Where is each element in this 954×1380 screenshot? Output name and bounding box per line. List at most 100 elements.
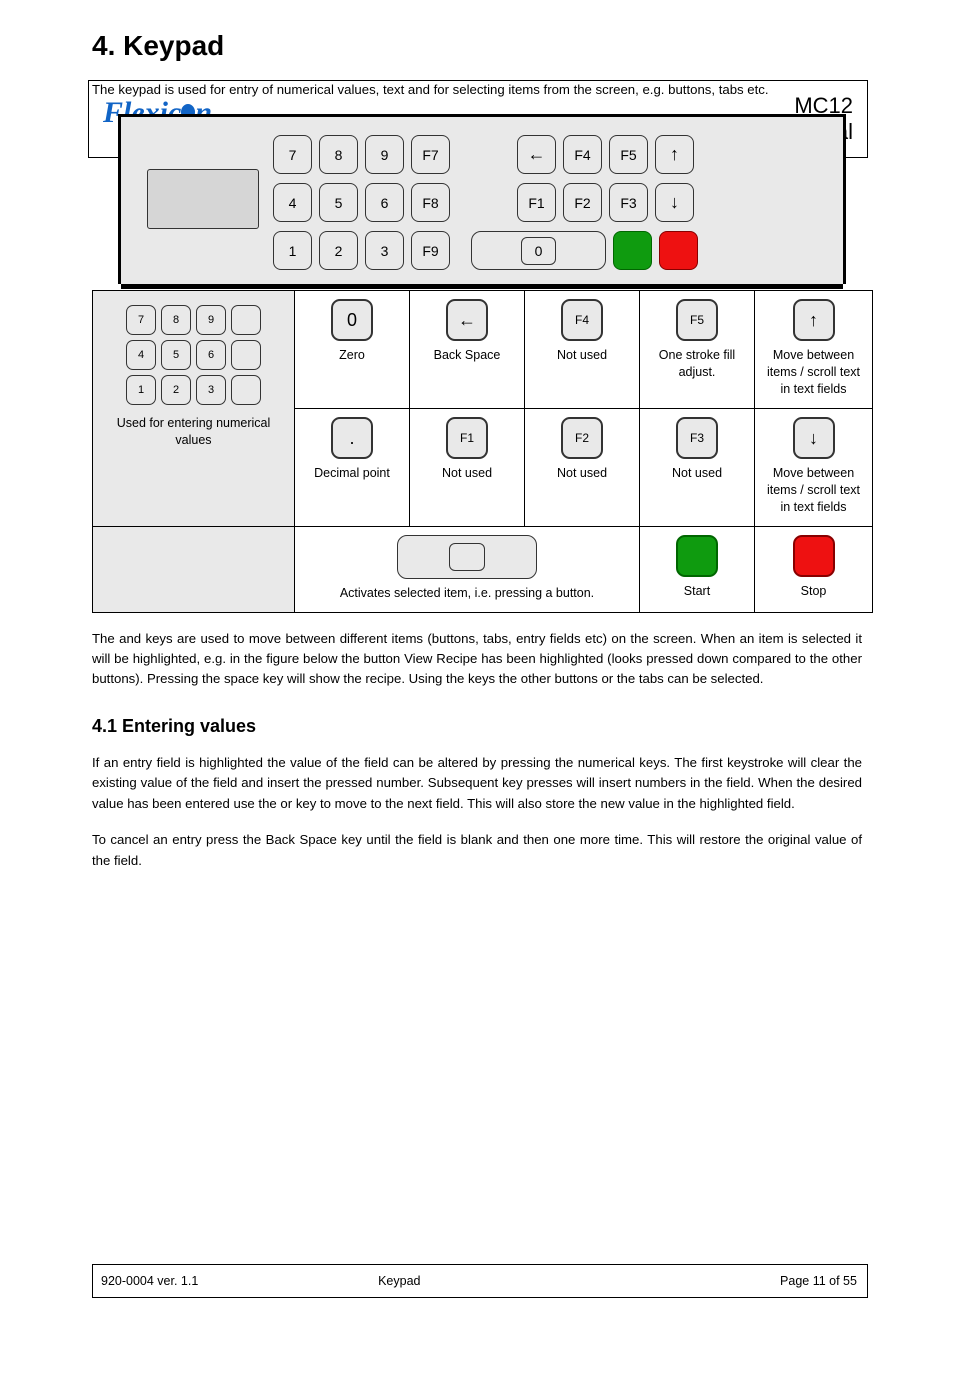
keypad-top: 7 8 9 F7 4 5 6 F8 1 2 3 F9 ← F4 F5 ↑ F1 … (118, 114, 846, 284)
key-f3-top[interactable]: F3 (609, 183, 648, 222)
mini-f8 (231, 340, 261, 370)
key-f1-top[interactable]: F1 (517, 183, 556, 222)
section-title: 4. Keypad (0, 30, 954, 62)
keypad-table: 789 456 123 Used for entering numerical … (92, 290, 873, 612)
key-6[interactable]: 6 (365, 183, 404, 222)
spacebar-inner-icon (449, 543, 485, 571)
f1-btn-icon: F1 (446, 417, 488, 459)
key-5[interactable]: 5 (319, 183, 358, 222)
green-btn-icon (676, 535, 718, 577)
key-f4-top[interactable]: F4 (563, 135, 602, 174)
arrow-down-icon: ↓ (670, 192, 679, 213)
key-f2-top[interactable]: F2 (563, 183, 602, 222)
key-4[interactable]: 4 (273, 183, 312, 222)
space-label: Activates selected item, i.e. pressing a… (301, 585, 633, 602)
dot-label: Decimal point (301, 465, 403, 482)
f4-label: Not used (531, 347, 633, 364)
mini-1: 1 (126, 375, 156, 405)
f5-label: One stroke fill adjust. (646, 347, 748, 381)
key-backspace[interactable]: ← (517, 135, 556, 174)
footer-left: 920-0004 ver. 1.1 (93, 1274, 198, 1288)
red-label: Stop (761, 583, 866, 600)
para-enter-1: If an entry field is highlighted the val… (0, 753, 954, 814)
key-7[interactable]: 7 (273, 135, 312, 174)
up-btn-icon: ↑ (793, 299, 835, 341)
mini-numpad: 789 456 123 (99, 305, 288, 405)
arrow-down-icon: ↓ (809, 426, 818, 450)
key-down[interactable]: ↓ (655, 183, 694, 222)
key-8[interactable]: 8 (319, 135, 358, 174)
red-btn-icon (793, 535, 835, 577)
mini-f9 (231, 375, 261, 405)
mini-9: 9 (196, 305, 226, 335)
mini-2: 2 (161, 375, 191, 405)
key-f7[interactable]: F7 (411, 135, 450, 174)
keypad-panel: 7 8 9 F7 4 5 6 F8 1 2 3 F9 ← F4 F5 ↑ F1 … (118, 114, 846, 284)
cell-green: Start (640, 526, 755, 612)
arrow-left-icon: ← (528, 144, 546, 165)
key-3[interactable]: 3 (365, 231, 404, 270)
mini-5: 5 (161, 340, 191, 370)
para-move: The and keys are used to move between di… (0, 629, 954, 690)
down-label: Move between items / scroll text in text… (761, 465, 866, 516)
spacebar-icon (397, 535, 537, 579)
key-f8[interactable]: F8 (411, 183, 450, 222)
cell-backspace: ← Back Space (410, 291, 525, 409)
arrow-left-icon: ← (458, 308, 476, 332)
cell-blank (93, 526, 295, 612)
zero-label: Zero (301, 347, 403, 364)
green-label: Start (646, 583, 748, 600)
divider (121, 284, 843, 289)
key-9[interactable]: 9 (365, 135, 404, 174)
para-enter-2: To cancel an entry press the Back Space … (0, 830, 954, 871)
footer: 920-0004 ver. 1.1 Keypad Page 11 of 55 (92, 1264, 868, 1298)
f3-label: Not used (646, 465, 748, 482)
dot-btn-icon: . (331, 417, 373, 459)
cell-up: ↑ Move between items / scroll text in te… (755, 291, 873, 409)
display-screen (147, 169, 259, 229)
f5-btn-icon: F5 (676, 299, 718, 341)
mini-f7 (231, 305, 261, 335)
cell-numpad: 789 456 123 Used for entering numerical … (93, 291, 295, 526)
key-space[interactable]: 0 (471, 231, 606, 270)
f2-btn-icon: F2 (561, 417, 603, 459)
f2-label: Not used (531, 465, 633, 482)
f4-btn-icon: F4 (561, 299, 603, 341)
zero-btn-icon: 0 (331, 299, 373, 341)
mini-4: 4 (126, 340, 156, 370)
arrow-up-icon: ↑ (670, 144, 679, 165)
cell-red: Stop (755, 526, 873, 612)
mini-8: 8 (161, 305, 191, 335)
cell-f3: F3 Not used (640, 409, 755, 527)
numpad-label: Used for entering numerical values (99, 415, 288, 449)
footer-center: Keypad (378, 1274, 420, 1288)
cell-down: ↓ Move between items / scroll text in te… (755, 409, 873, 527)
backspace-label: Back Space (416, 347, 518, 364)
key-start[interactable] (613, 231, 652, 270)
key-1[interactable]: 1 (273, 231, 312, 270)
mini-7: 7 (126, 305, 156, 335)
cell-zero: 0 Zero (295, 291, 410, 409)
cell-f5: F5 One stroke fill adjust. (640, 291, 755, 409)
down-btn-icon: ↓ (793, 417, 835, 459)
mini-3: 3 (196, 375, 226, 405)
f3-btn-icon: F3 (676, 417, 718, 459)
up-label: Move between items / scroll text in text… (761, 347, 866, 398)
key-f9[interactable]: F9 (411, 231, 450, 270)
key-stop[interactable] (659, 231, 698, 270)
cell-f1: F1 Not used (410, 409, 525, 527)
key-f5-top[interactable]: F5 (609, 135, 648, 174)
cell-dot: . Decimal point (295, 409, 410, 527)
key-zero-top[interactable]: 0 (521, 237, 556, 265)
arrow-up-icon: ↑ (809, 308, 818, 332)
backspace-btn-icon: ← (446, 299, 488, 341)
cell-space: Activates selected item, i.e. pressing a… (295, 526, 640, 612)
mini-6: 6 (196, 340, 226, 370)
subsection-title: 4.1 Entering values (0, 716, 954, 737)
key-up[interactable]: ↑ (655, 135, 694, 174)
cell-f2: F2 Not used (525, 409, 640, 527)
cell-f4: F4 Not used (525, 291, 640, 409)
footer-right: Page 11 of 55 (780, 1274, 867, 1288)
key-2[interactable]: 2 (319, 231, 358, 270)
f1-label: Not used (416, 465, 518, 482)
